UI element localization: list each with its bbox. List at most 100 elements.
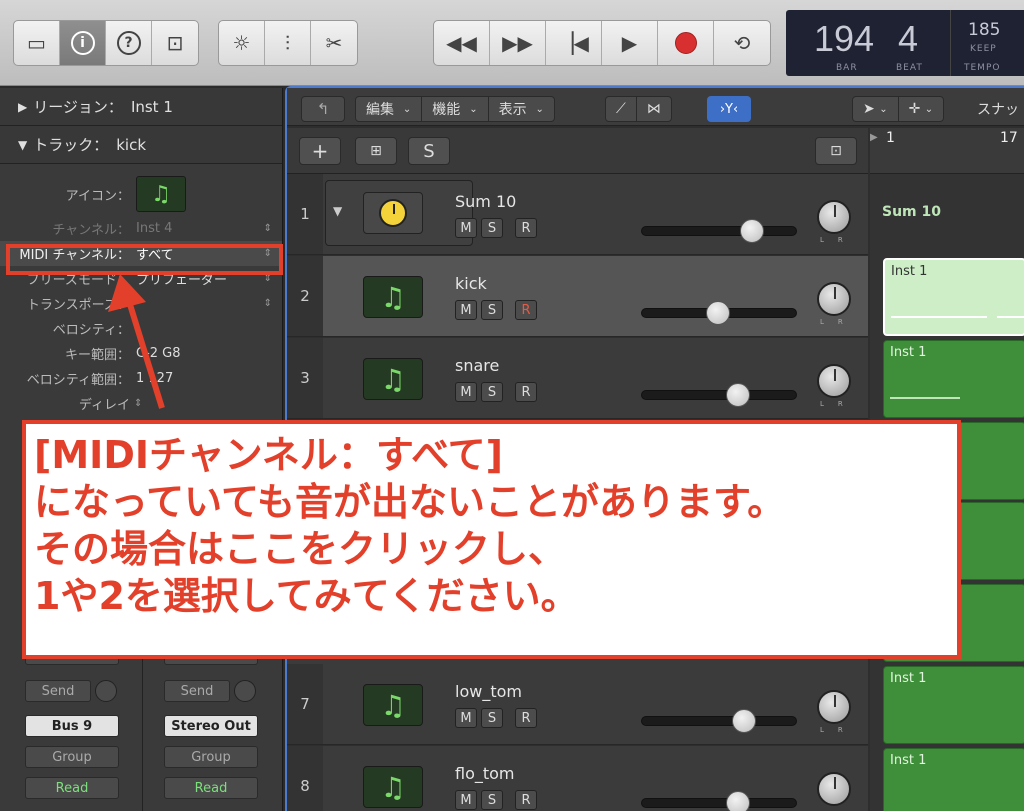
record-enable-button[interactable]: R: [515, 382, 537, 402]
fast-forward-button[interactable]: ▶▶: [490, 21, 546, 65]
region-name: Inst 1: [890, 753, 927, 768]
menu-view[interactable]: 表示 ⌄: [489, 97, 554, 121]
midi-region[interactable]: Inst 1: [883, 340, 1024, 418]
left-send-knob[interactable]: [95, 680, 117, 702]
editors-button[interactable]: ✂: [311, 21, 357, 65]
rewind-button[interactable]: ◀◀: [434, 21, 490, 65]
midi-region[interactable]: Inst 1: [883, 748, 1024, 811]
cycle-button[interactable]: ⟲: [714, 21, 770, 65]
pan-knob[interactable]: [817, 690, 851, 724]
mute-button[interactable]: M: [455, 790, 477, 810]
tracks-menubar: ↰ 編集 ⌄ 機能 ⌄ 表示 ⌄ ⟋ ⋈ ›Y‹ ➤ ⌄ ✛ ⌄ スナッ: [287, 88, 1024, 126]
volume-slider[interactable]: [641, 709, 797, 733]
summing-region-label[interactable]: Sum 10: [882, 204, 941, 220]
solo-button[interactable]: S: [481, 218, 503, 238]
global-solo-button[interactable]: S: [408, 137, 450, 165]
mute-button[interactable]: M: [455, 708, 477, 728]
quick-help-button[interactable]: ?: [106, 21, 152, 65]
lcd-display[interactable]: 194 4 BAR BEAT 185 KEEP TEMPO: [786, 10, 1024, 76]
stack-icon[interactable]: [363, 192, 423, 234]
track-row[interactable]: 8 ♫ flo_tom M S R: [287, 746, 868, 811]
record-enable-button[interactable]: R: [515, 708, 537, 728]
ruler[interactable]: ▶ 1 17: [870, 128, 1024, 174]
pan-knob[interactable]: [817, 364, 851, 398]
volume-slider[interactable]: [641, 301, 797, 325]
add-track-button[interactable]: +: [299, 137, 341, 165]
volume-knob[interactable]: [726, 791, 750, 811]
right-send-button[interactable]: Send: [164, 680, 230, 702]
inspector-button[interactable]: i: [60, 21, 106, 65]
track-name[interactable]: snare: [455, 356, 499, 375]
channel-row[interactable]: チャンネル： Inst 4 ⇕: [0, 216, 282, 241]
menu-edit[interactable]: 編集 ⌄: [356, 97, 423, 121]
volume-slider[interactable]: [641, 791, 797, 811]
record-enable-button[interactable]: R: [515, 300, 537, 320]
volume-slider[interactable]: [641, 219, 797, 243]
record-button[interactable]: [658, 21, 714, 65]
region-header[interactable]: ▶ リージョン： Inst 1: [0, 88, 282, 126]
library-button[interactable]: ▭: [14, 21, 60, 65]
left-automation-button[interactable]: Read: [25, 777, 119, 799]
mute-button[interactable]: M: [455, 300, 477, 320]
cycle-icon: ⟲: [733, 31, 751, 55]
track-icon[interactable]: ♫: [363, 276, 423, 318]
track-icon-button[interactable]: ♫: [136, 176, 186, 212]
automation-button[interactable]: ⟋: [606, 97, 637, 121]
track-icon[interactable]: ♫: [363, 684, 423, 726]
track-header-options-button[interactable]: ⊡: [815, 137, 857, 165]
solo-button[interactable]: S: [481, 708, 503, 728]
ruler-bar-1: 1: [886, 130, 895, 146]
mixer-button[interactable]: ⫶: [265, 21, 311, 65]
track-name[interactable]: flo_tom: [455, 764, 515, 783]
go-to-start-button[interactable]: ▕◀: [546, 21, 602, 65]
midi-region[interactable]: Inst 1: [883, 666, 1024, 744]
track-row[interactable]: 3 ♫ snare M S R LR: [287, 338, 868, 419]
menu-functions[interactable]: 機能 ⌄: [422, 97, 489, 121]
solo-button[interactable]: S: [481, 790, 503, 810]
pan-knob[interactable]: [817, 282, 851, 316]
play-button[interactable]: ▶: [602, 21, 658, 65]
record-enable-button[interactable]: R: [515, 218, 537, 238]
right-automation-button[interactable]: Read: [164, 777, 258, 799]
track-icon[interactable]: ♫: [363, 358, 423, 400]
mute-button[interactable]: M: [455, 382, 477, 402]
disclosure-down-icon[interactable]: ▼: [333, 204, 342, 218]
volume-knob[interactable]: [732, 709, 756, 733]
snap-label[interactable]: スナッ: [977, 99, 1019, 119]
track-row[interactable]: 2 ♫ kick M S R LR: [287, 256, 868, 337]
record-enable-button[interactable]: R: [515, 790, 537, 810]
track-icon[interactable]: ♫: [363, 766, 423, 808]
track-number: 8: [287, 746, 323, 811]
toolbar-button[interactable]: ⊡: [152, 21, 198, 65]
volume-slider[interactable]: [641, 383, 797, 407]
flex-button[interactable]: ⋈: [637, 97, 671, 121]
mute-button[interactable]: M: [455, 218, 477, 238]
solo-button[interactable]: S: [481, 300, 503, 320]
track-name[interactable]: kick: [455, 274, 487, 293]
right-group-button[interactable]: Group: [164, 746, 258, 768]
right-send-knob[interactable]: [234, 680, 256, 702]
catch-button[interactable]: ›Y‹: [707, 96, 751, 122]
pointer-tool-menu[interactable]: ➤ ⌄: [853, 97, 899, 121]
right-output-button[interactable]: Stereo Out: [164, 715, 258, 737]
track-row[interactable]: 7 ♫ low_tom M S R LR: [287, 664, 868, 745]
cross-tool-menu[interactable]: ✛ ⌄: [899, 97, 944, 121]
midi-region-selected[interactable]: Inst 1: [883, 258, 1024, 336]
volume-knob[interactable]: [706, 301, 730, 325]
volume-knob[interactable]: [740, 219, 764, 243]
left-group-button[interactable]: Group: [25, 746, 119, 768]
left-send-button[interactable]: Send: [25, 680, 91, 702]
pan-knob[interactable]: [817, 200, 851, 234]
track-header[interactable]: ▼ トラック： kick: [0, 126, 282, 164]
left-output-button[interactable]: Bus 9: [25, 715, 119, 737]
track-row[interactable]: 1 ▼ Sum 10 M S R LR: [287, 174, 868, 255]
back-button[interactable]: ↰: [301, 96, 345, 122]
tuner-button[interactable]: ☼: [219, 21, 265, 65]
duplicate-track-button[interactable]: ⊞: [355, 137, 397, 165]
track-name[interactable]: Sum 10: [455, 192, 516, 211]
pan-knob[interactable]: [817, 772, 851, 806]
go-to-start-icon: ▕◀: [558, 31, 589, 55]
volume-knob[interactable]: [726, 383, 750, 407]
track-name[interactable]: low_tom: [455, 682, 522, 701]
solo-button[interactable]: S: [481, 382, 503, 402]
